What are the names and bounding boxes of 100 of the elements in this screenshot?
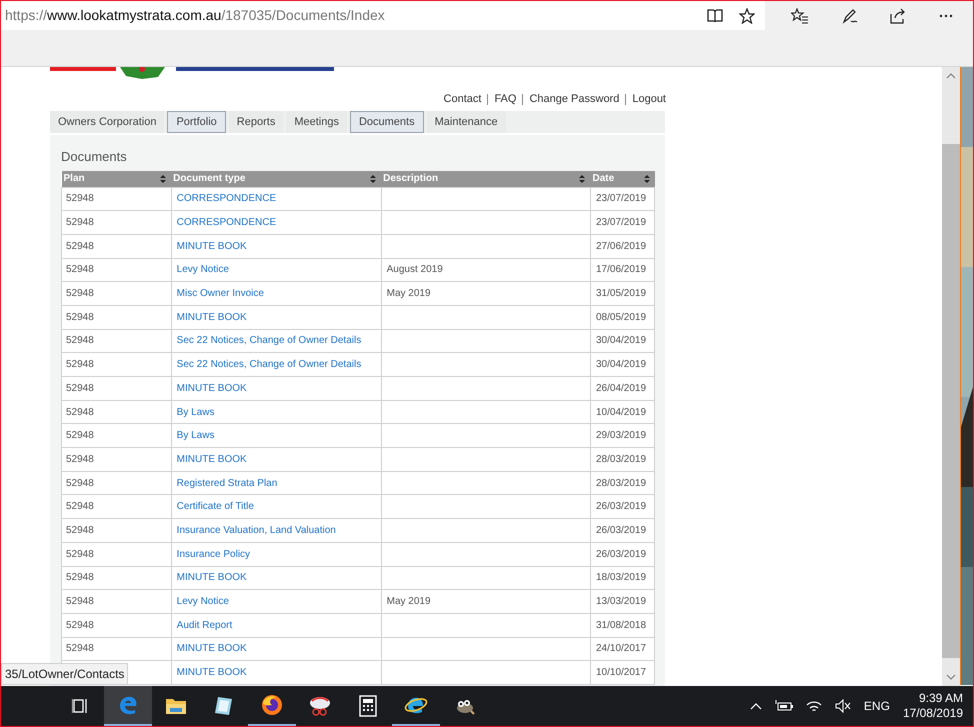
sort-icon	[160, 174, 166, 183]
table-cell: 52948	[62, 542, 172, 566]
document-link[interactable]: Levy Notice	[176, 596, 229, 608]
document-link[interactable]: Misc Owner Invoice	[176, 288, 264, 300]
table-cell: 52948	[62, 590, 172, 614]
table-cell: 23/07/2019	[590, 187, 654, 211]
document-link[interactable]: MINUTE BOOK	[176, 643, 247, 654]
nav-tab[interactable]: Meetings	[286, 111, 347, 133]
table-cell: 52948	[62, 329, 172, 353]
nav-link[interactable]: Contact	[444, 90, 482, 108]
table-cell: 26/03/2019	[590, 518, 654, 542]
table-cell: 52948	[62, 518, 172, 542]
share-icon[interactable]	[890, 8, 906, 24]
table-cell: 18/03/2019	[590, 566, 654, 590]
nav-tab[interactable]: Owners Corporation	[50, 111, 164, 133]
table-cell: 24/10/2017	[590, 637, 654, 661]
more-icon[interactable]	[938, 14, 953, 18]
table-cell: 52948	[62, 424, 172, 448]
column-header[interactable]: Description	[381, 171, 590, 187]
document-link[interactable]: By Laws	[176, 430, 214, 442]
table-cell: 30/04/2019	[590, 329, 654, 353]
reading-view-icon[interactable]	[707, 8, 723, 22]
table-cell: 52948	[62, 566, 172, 590]
table-cell: 52948	[62, 471, 172, 495]
scissors-icon	[308, 695, 332, 717]
table-cell: 08/05/2019	[590, 305, 654, 330]
document-link[interactable]: MINUTE BOOK	[176, 382, 247, 394]
table-cell: 27/06/2019	[590, 234, 654, 258]
scrollbar[interactable]	[942, 67, 960, 686]
muted-speaker-icon[interactable]	[834, 699, 851, 713]
scroll-down-icon[interactable]	[946, 674, 956, 680]
scroll-up-icon[interactable]	[946, 73, 956, 79]
firefox-icon	[261, 694, 283, 716]
table-cell: 52948	[62, 187, 172, 211]
document-link[interactable]: Insurance Policy	[176, 548, 250, 560]
pen-icon[interactable]	[842, 8, 858, 24]
document-link[interactable]: MINUTE BOOK	[176, 572, 247, 584]
nav-link[interactable]: Logout	[632, 90, 666, 108]
document-link[interactable]: MINUTE BOOK	[176, 240, 247, 252]
table-cell: 52948	[62, 637, 172, 661]
table-cell: 26/03/2019	[590, 542, 654, 566]
clock[interactable]: 9:39 AM 17/08/2019	[902, 691, 963, 721]
table-cell: 52948	[62, 305, 172, 330]
table-cell: 52948	[62, 234, 172, 258]
table-cell: 31/08/2018	[590, 613, 654, 638]
document-link[interactable]: By Laws	[176, 406, 214, 418]
table-cell: 52948	[62, 400, 172, 424]
sort-icon	[370, 174, 376, 183]
table-cell: 30/04/2019	[590, 352, 654, 376]
document-link[interactable]: Certificate of Title	[176, 501, 254, 512]
status-tooltip: 35/LotOwner/Contacts	[1, 663, 128, 685]
favorites-list-icon[interactable]	[791, 8, 810, 24]
wifi-icon[interactable]	[806, 699, 822, 713]
column-header[interactable]: Date	[590, 171, 654, 187]
document-link[interactable]: MINUTE BOOK	[176, 312, 247, 323]
table-cell: 28/03/2019	[590, 448, 654, 472]
table-cell: 28/03/2019	[590, 471, 654, 495]
favorite-star-icon[interactable]	[739, 8, 755, 24]
nav-link[interactable]: FAQ	[494, 90, 516, 108]
table-cell: 52948	[62, 494, 172, 519]
chevron-up-icon[interactable]	[750, 702, 762, 710]
panel-title: Documents	[61, 149, 128, 166]
document-link[interactable]: MINUTE BOOK	[176, 667, 247, 678]
document-link[interactable]: Levy Notice	[176, 264, 229, 276]
battery-icon[interactable]	[774, 700, 793, 712]
table-cell: 26/04/2019	[590, 376, 654, 400]
table-cell: 10/04/2019	[590, 400, 654, 424]
table-cell: 52948	[62, 376, 172, 400]
table-cell: 52948	[62, 282, 172, 306]
document-link[interactable]: MINUTE BOOK	[176, 454, 247, 465]
notepad-icon	[213, 695, 235, 717]
table-cell: 10/10/2017	[590, 660, 654, 684]
column-header[interactable]: Plan	[62, 171, 172, 187]
nav-link[interactable]: Change Password	[529, 90, 620, 108]
table-cell: 17/06/2019	[590, 258, 654, 282]
nav-tab[interactable]: Maintenance	[426, 111, 506, 133]
nav-tab[interactable]: Portfolio	[167, 111, 226, 133]
document-link[interactable]: Audit Report	[176, 620, 232, 631]
edge-browser-icon	[117, 694, 139, 716]
language-indicator[interactable]: ENG	[864, 697, 890, 715]
folder-icon	[165, 696, 187, 716]
table-cell: 31/05/2019	[590, 282, 654, 306]
nav-tab[interactable]: Reports	[228, 111, 284, 133]
sort-icon	[644, 174, 650, 183]
column-header[interactable]: Document type	[171, 171, 382, 187]
url-text: https://www.lookatmystrata.com.au/187035/Documents/Index	[5, 6, 386, 25]
table-cell: 23/07/2019	[590, 210, 654, 234]
table-cell: 52948	[62, 352, 172, 376]
table-cell: 52948	[62, 210, 172, 234]
table-cell: May 2019	[381, 282, 590, 306]
table-cell: 52948	[62, 258, 172, 282]
table-cell: 29/03/2019	[590, 424, 654, 448]
table-cell: 26/03/2019	[590, 494, 654, 519]
nav-tab[interactable]: Documents	[350, 111, 424, 133]
address-bar[interactable]: https://www.lookatmystrata.com.au/187035/Documents/Index	[1, 1, 765, 30]
table-cell: 52948	[62, 613, 172, 638]
task-view-icon	[72, 698, 88, 714]
calculator-icon	[359, 695, 377, 717]
scrollbar-thumb[interactable]	[942, 144, 960, 658]
table-cell: 13/03/2019	[590, 590, 654, 614]
